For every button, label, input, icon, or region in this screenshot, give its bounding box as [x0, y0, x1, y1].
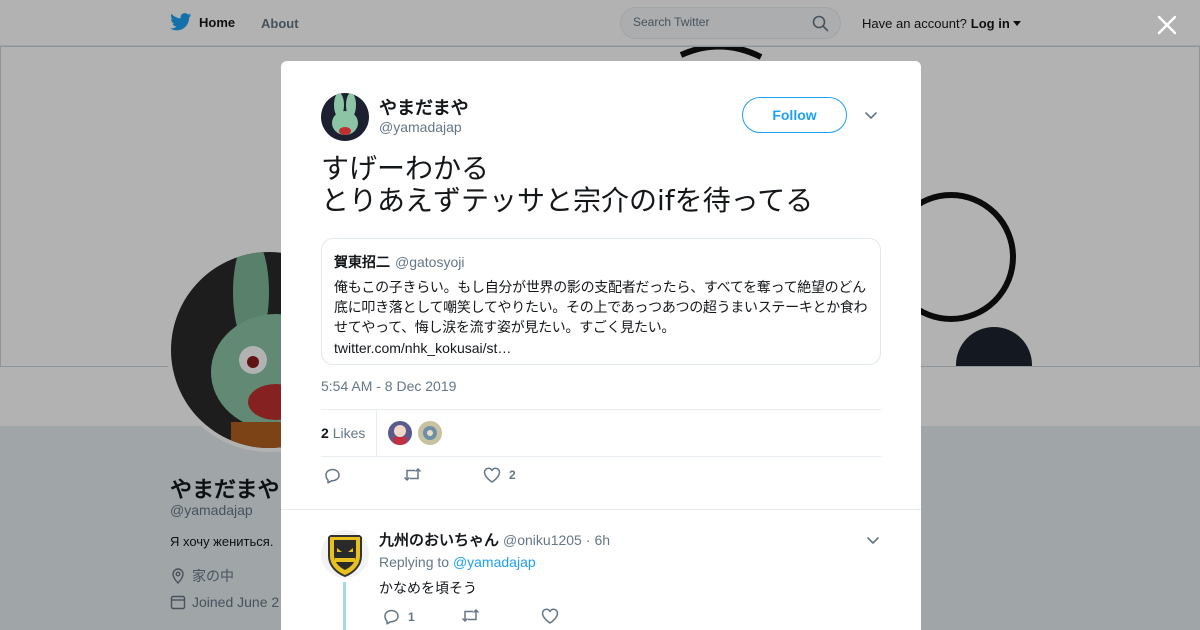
likes-count: 2 — [321, 425, 329, 441]
reply-icon — [325, 468, 340, 484]
like-button[interactable]: 2 — [483, 467, 516, 483]
retweet-button[interactable] — [403, 467, 422, 482]
tweet-actions: 2 — [321, 467, 621, 489]
replying-to-prefix: Replying to — [379, 554, 450, 570]
close-icon[interactable] — [1154, 12, 1180, 38]
tweet-text: すげーわかる とりあえずテッサと宗介のifを待ってる — [321, 152, 814, 217]
tweet-author-handle[interactable]: @yamadajap — [379, 119, 462, 135]
liker-avatar[interactable] — [388, 421, 412, 445]
reply-retweet-button[interactable] — [461, 608, 480, 623]
heart-icon — [541, 608, 559, 624]
reply-button[interactable] — [324, 467, 341, 484]
tweet-modal: やまだまや @yamadajap Follow すげーわかる とりあえずテッサと… — [281, 61, 921, 630]
quoted-tweet-text: 俺もこの子きらい。もし自分が世界の影の支配者だったら、すべてを奪って絶望のどん底… — [334, 280, 868, 336]
tweet-timestamp[interactable]: 5:54 AM - 8 Dec 2019 — [321, 378, 456, 394]
quoted-tweet[interactable]: 賀東招二 @gatosyoji 俺もこの子きらい。もし自分が世界の影の支配者だっ… — [321, 238, 881, 365]
likes-label: Likes — [332, 425, 366, 441]
liker-avatar[interactable] — [418, 421, 442, 445]
stats-divider — [376, 410, 377, 457]
retweet-icon — [461, 608, 480, 623]
replying-to-handle[interactable]: @yamadajap — [453, 554, 536, 570]
heart-icon — [483, 467, 501, 483]
chevron-down-icon[interactable] — [865, 532, 881, 548]
reply-reply-count: 1 — [408, 609, 415, 624]
reply-author-name[interactable]: 九州のおいちゃん — [379, 529, 499, 550]
tweet-author-avatar[interactable] — [321, 93, 369, 141]
like-count: 2 — [509, 468, 516, 482]
reply-author-handle[interactable]: @oniku1205 — [503, 532, 582, 548]
reply-separator: · — [585, 532, 591, 548]
retweet-icon — [403, 467, 422, 482]
follow-button[interactable]: Follow — [742, 97, 847, 133]
replying-to: Replying to @yamadajap — [379, 554, 536, 570]
thread-connector-line — [343, 582, 346, 630]
reply-reply-button[interactable]: 1 — [383, 608, 415, 625]
quoted-tweet-author-handle: @gatosyoji — [395, 254, 465, 270]
reply-author-avatar[interactable] — [321, 530, 369, 578]
tweet-stats: 2 Likes — [321, 409, 881, 457]
reply-like-button[interactable] — [541, 608, 559, 624]
quoted-tweet-link[interactable]: twitter.com/nhk_kokusai/st… — [334, 338, 868, 358]
chevron-down-icon[interactable] — [863, 107, 879, 123]
tweet-author-name[interactable]: やまだまや — [379, 94, 469, 120]
reply-tweet[interactable]: 九州のおいちゃん @oniku1205 · 6h Replying to @ya… — [281, 509, 921, 630]
reply-text: かなめを頃そう — [379, 581, 477, 597]
quoted-tweet-author-name: 賀東招二 — [334, 254, 390, 270]
reply-time[interactable]: 6h — [595, 532, 611, 548]
reply-header: 九州のおいちゃん @oniku1205 · 6h — [379, 529, 610, 550]
quoted-tweet-header: 賀東招二 @gatosyoji — [334, 252, 868, 272]
reply-icon — [384, 609, 399, 625]
reply-actions: 1 — [379, 608, 679, 628]
likes-stat[interactable]: 2 Likes — [321, 425, 365, 441]
